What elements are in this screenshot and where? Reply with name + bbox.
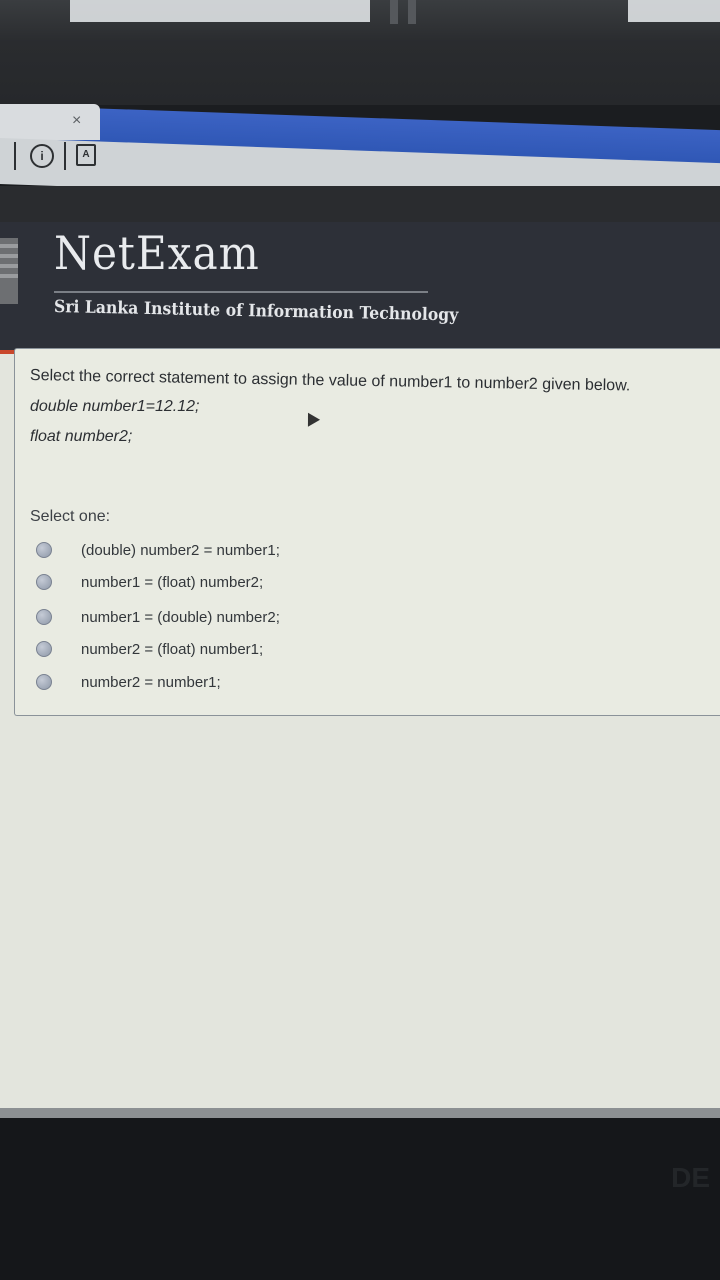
question-code-line: float number2; <box>30 428 133 445</box>
window-frame <box>408 0 416 24</box>
radio-button[interactable] <box>36 542 52 558</box>
radio-button[interactable] <box>36 609 52 625</box>
toolbar-separator <box>64 142 66 170</box>
answer-option[interactable]: number2 = number1; <box>36 671 221 693</box>
monitor-bezel <box>0 1118 720 1280</box>
browser-gap <box>0 186 720 226</box>
question-code-line: double number1=12.12; <box>30 398 200 415</box>
answer-option-label: number2 = (float) number1; <box>81 640 264 658</box>
answer-option-label: (double) number2 = number1; <box>81 541 280 559</box>
radio-button[interactable] <box>36 674 52 690</box>
info-icon[interactable]: i <box>30 144 54 168</box>
window-frame <box>390 0 398 24</box>
close-tab-icon[interactable]: × <box>72 112 81 130</box>
window-reflection <box>628 0 720 22</box>
window-reflection <box>70 0 370 22</box>
answer-option[interactable]: number2 = (float) number1; <box>36 638 263 660</box>
answer-option[interactable]: number1 = (double) number2; <box>36 606 280 628</box>
toolbar-separator <box>14 142 16 170</box>
monitor-brand-logo: DE <box>671 1162 710 1193</box>
brand-title: NetExam <box>54 226 260 280</box>
pdf-icon[interactable]: A <box>76 144 96 166</box>
institute-logo <box>0 238 18 304</box>
answer-option[interactable]: (double) number2 = number1; <box>36 539 280 561</box>
radio-button[interactable] <box>36 574 52 590</box>
select-prompt: Select one: <box>30 508 111 525</box>
radio-button[interactable] <box>36 641 52 657</box>
answer-option[interactable]: number1 = (float) number2; <box>36 571 263 593</box>
answer-option-label: number1 = (double) number2; <box>81 608 280 626</box>
answer-option-label: number2 = number1; <box>81 673 221 691</box>
brand-divider <box>54 291 428 293</box>
browser-tab[interactable] <box>0 104 100 140</box>
answer-option-label: number1 = (float) number2; <box>81 573 264 591</box>
